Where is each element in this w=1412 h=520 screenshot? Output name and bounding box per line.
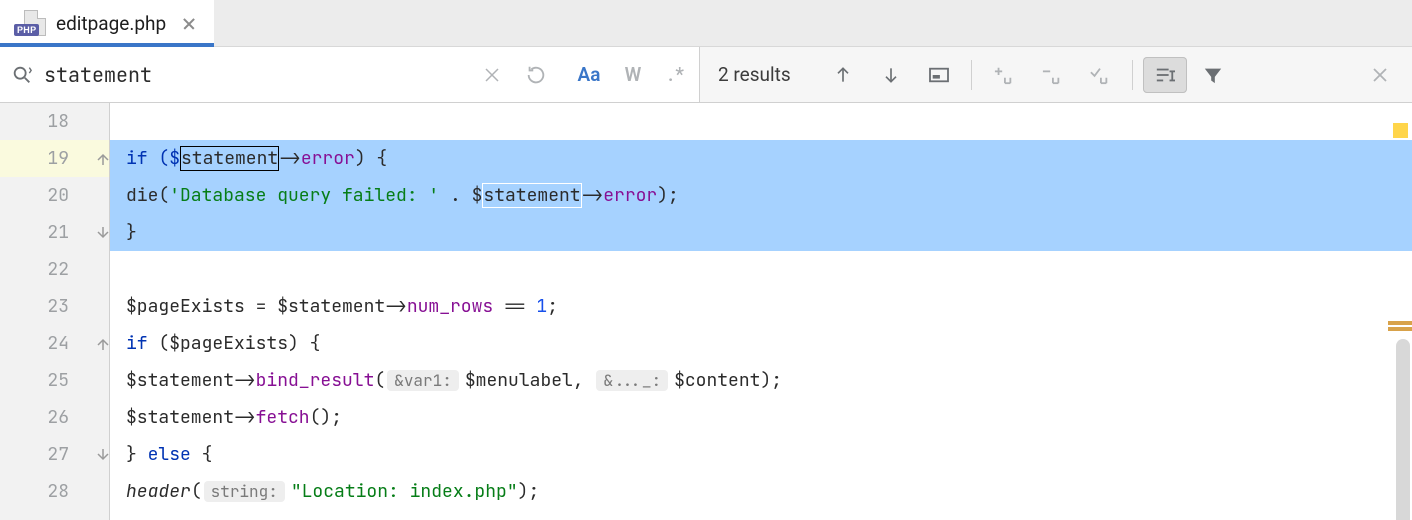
whole-words-toggle[interactable]: W xyxy=(611,47,655,102)
find-results-group: 2 results xyxy=(700,47,1412,102)
code-line[interactable]: if ($pageExists) { xyxy=(110,325,1412,362)
gutter-line: 23 xyxy=(0,288,109,325)
overview-mark[interactable] xyxy=(1388,327,1412,331)
gutter-line: 22 xyxy=(0,251,109,288)
fold-expand-icon[interactable] xyxy=(96,448,110,462)
code-line[interactable]: if ($statement->error) { xyxy=(110,140,1412,177)
clear-search-button[interactable] xyxy=(470,47,514,102)
gutter-line: 24 xyxy=(0,325,109,362)
gutter-line: 19 xyxy=(0,140,109,177)
regex-toggle[interactable]: .* xyxy=(655,47,699,102)
fold-collapse-icon[interactable] xyxy=(96,152,110,166)
code-line[interactable] xyxy=(110,103,1412,140)
results-count: 2 results xyxy=(718,63,791,86)
close-icon[interactable] xyxy=(182,16,196,30)
close-find-button[interactable] xyxy=(1358,57,1402,93)
gutter-line: 21 xyxy=(0,214,109,251)
param-hint: &var1: xyxy=(387,370,459,391)
code-editor: 18 19 20 21 22 23 24 25 26 27 28 if ($st… xyxy=(0,103,1412,520)
overview-mark[interactable] xyxy=(1388,321,1412,325)
gutter-line: 25 xyxy=(0,362,109,399)
code-line[interactable]: } else { xyxy=(110,436,1412,473)
code-line[interactable]: $statement->bind_result(&var1:$menulabel… xyxy=(110,362,1412,399)
fold-collapse-icon[interactable] xyxy=(96,337,110,351)
gutter-line: 20 xyxy=(0,177,109,214)
search-icon[interactable] xyxy=(0,64,44,86)
filter-contextual-button[interactable] xyxy=(1143,57,1187,93)
php-file-icon: PHP xyxy=(14,10,46,36)
editor-tab-active[interactable]: PHP editpage.php xyxy=(0,0,215,46)
gutter-line: 27 xyxy=(0,436,109,473)
match-case-toggle[interactable]: Aa xyxy=(567,47,611,102)
gutter-line: 26 xyxy=(0,399,109,436)
scrollbar-thumb[interactable] xyxy=(1396,339,1410,520)
warning-indicator-icon[interactable] xyxy=(1393,123,1408,138)
next-match-button[interactable] xyxy=(869,57,913,93)
find-toolbar: Aa W .* 2 results xyxy=(0,47,1412,103)
add-selection-button[interactable] xyxy=(982,57,1026,93)
line-number-gutter[interactable]: 18 19 20 21 22 23 24 25 26 27 28 xyxy=(0,103,110,520)
code-line[interactable]: } xyxy=(110,214,1412,251)
param-hint: &..._: xyxy=(596,370,668,391)
find-input-group: Aa W .* xyxy=(0,47,700,102)
select-all-occurrences-button[interactable] xyxy=(1078,57,1122,93)
param-hint: string: xyxy=(204,481,285,502)
code-line[interactable]: $statement->fetch(); xyxy=(110,399,1412,436)
gutter-line: 28 xyxy=(0,473,109,510)
code-line[interactable] xyxy=(110,251,1412,288)
fold-expand-icon[interactable] xyxy=(96,226,110,240)
remove-selection-button[interactable] xyxy=(1030,57,1074,93)
search-match: statement xyxy=(482,183,581,208)
code-line[interactable]: $pageExists = $statement->num_rows == 1; xyxy=(110,288,1412,325)
prev-match-button[interactable] xyxy=(821,57,865,93)
editor-tab-bar: PHP editpage.php xyxy=(0,0,1412,47)
filter-button[interactable] xyxy=(1191,57,1235,93)
code-line[interactable]: die('Database query failed: ' . $stateme… xyxy=(110,177,1412,214)
tab-filename: editpage.php xyxy=(56,12,166,35)
code-area[interactable]: if ($statement->error) { die('Database q… xyxy=(110,103,1412,520)
select-all-button[interactable] xyxy=(917,57,961,93)
gutter-line: 18 xyxy=(0,103,109,140)
search-history-button[interactable] xyxy=(514,47,558,102)
find-input[interactable] xyxy=(44,62,470,88)
code-line[interactable]: header(string:"Location: index.php"); xyxy=(110,473,1412,510)
editor-overview-ruler[interactable] xyxy=(1388,103,1412,520)
search-match-active: statement xyxy=(180,146,279,171)
